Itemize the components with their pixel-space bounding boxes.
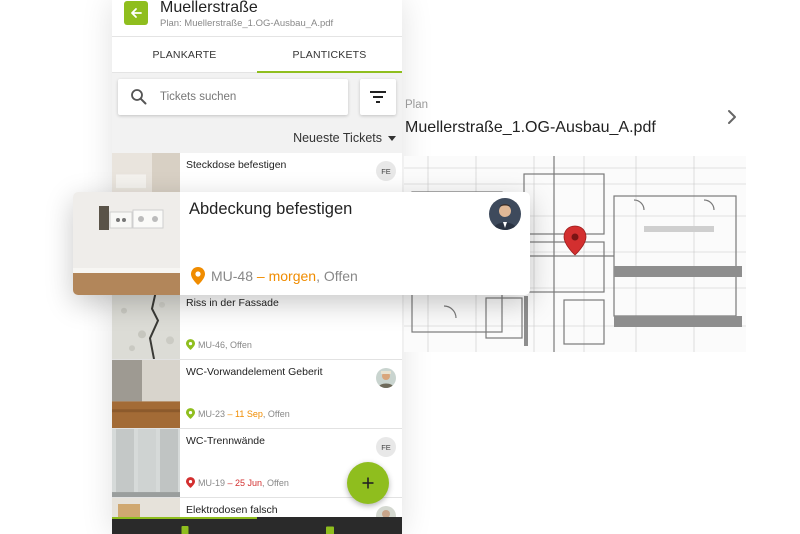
ticket-title: WC-Vorwandelement Geberit xyxy=(186,366,323,378)
location-pin-icon xyxy=(186,408,195,419)
ticket-id: MU-19 xyxy=(198,477,226,488)
card-status: , Offen xyxy=(316,268,358,284)
filter-icon xyxy=(370,91,386,103)
plan-name: Muellerstraße_1.OG-Ausbau_A.pdf xyxy=(405,119,656,136)
ticket-due: – 11 Sep xyxy=(225,408,263,419)
add-ticket-button[interactable] xyxy=(347,462,389,504)
ticket-meta: MU-23 – 11 Sep, Offen xyxy=(186,408,290,419)
clipboard-icon xyxy=(181,526,188,534)
location-pin-icon xyxy=(186,477,195,488)
location-pin-icon xyxy=(191,267,205,285)
ticket-thumbnail xyxy=(112,429,180,497)
ticket-status: , Offen xyxy=(262,477,289,488)
back-button[interactable] xyxy=(124,1,148,25)
tab-bar: PLANKARTE PLANTICKETS xyxy=(112,36,402,73)
search-box xyxy=(118,79,348,115)
ticket-meta: MU-46, Offen xyxy=(186,339,252,350)
chevron-right-icon[interactable] xyxy=(724,108,740,126)
search-input[interactable] xyxy=(160,79,340,115)
card-ticket-id: MU-48 xyxy=(211,268,254,284)
bottom-tab-calendar[interactable] xyxy=(257,517,402,534)
ticket-title: Riss in der Fassade xyxy=(186,297,279,309)
sort-dropdown[interactable]: Neueste Tickets xyxy=(293,131,396,145)
ticket-status: , Offen xyxy=(262,408,290,419)
ticket-item[interactable]: Steckdose befestigen FE xyxy=(112,153,402,193)
plan-label: Plan xyxy=(405,99,429,111)
ticket-thumbnail xyxy=(112,291,180,359)
card-due: – morgen xyxy=(253,268,317,284)
bottom-navigation xyxy=(112,517,402,534)
sort-label: Neueste Tickets xyxy=(293,131,382,145)
assignee-avatar xyxy=(376,368,396,388)
location-pin-icon xyxy=(186,339,195,350)
ticket-item[interactable]: WC-Vorwandelement Geberit MU-23 – 11 Sep… xyxy=(112,360,402,429)
ticket-card-highlight[interactable]: Abdeckung befestigen MU-48 – morgen, Off… xyxy=(73,192,530,295)
project-title: Muellerstraße xyxy=(160,0,258,16)
assignee-avatar: FE xyxy=(376,161,396,181)
bottom-tab-tickets[interactable] xyxy=(112,517,257,534)
ticket-thumbnail xyxy=(112,360,180,428)
ticket-item[interactable]: Riss in der Fassade MU-46, Offen xyxy=(112,291,402,360)
search-section: Neueste Tickets xyxy=(112,73,402,153)
plus-icon xyxy=(362,477,374,489)
ticket-meta: MU-19 – 25 Jun, Offen xyxy=(186,477,289,488)
tab-plankarte[interactable]: PLANKARTE xyxy=(112,37,257,72)
ticket-id: MU-23 xyxy=(198,408,226,419)
ticket-thumbnail xyxy=(112,153,180,192)
ticket-title: WC-Trennwände xyxy=(186,435,265,447)
ticket-id: MU-46 xyxy=(198,339,226,350)
ticket-thumbnail xyxy=(73,192,180,295)
search-icon xyxy=(131,89,147,105)
caret-down-icon xyxy=(388,135,396,141)
ticket-title: Elektrodosen falsch xyxy=(186,504,278,516)
app-header: Muellerstraße Plan: Muellerstraße_1.OG-A… xyxy=(112,0,402,36)
card-title: Abdeckung befestigen xyxy=(189,200,353,218)
card-meta: MU-48 – morgen, Offen xyxy=(191,267,358,285)
filter-button[interactable] xyxy=(360,79,396,115)
tab-plantickets[interactable]: PLANTICKETS xyxy=(257,37,402,73)
ticket-due: – 25 Jun xyxy=(225,477,263,488)
ticket-status: , Offen xyxy=(225,339,252,350)
arrow-left-icon xyxy=(131,8,142,18)
plan-subtitle: Plan: Muellerstraße_1.OG-Ausbau_A.pdf xyxy=(160,18,334,29)
assignee-avatar xyxy=(489,198,521,230)
ticket-title: Steckdose befestigen xyxy=(186,159,287,171)
calendar-icon xyxy=(325,526,334,534)
assignee-avatar: FE xyxy=(376,437,396,457)
